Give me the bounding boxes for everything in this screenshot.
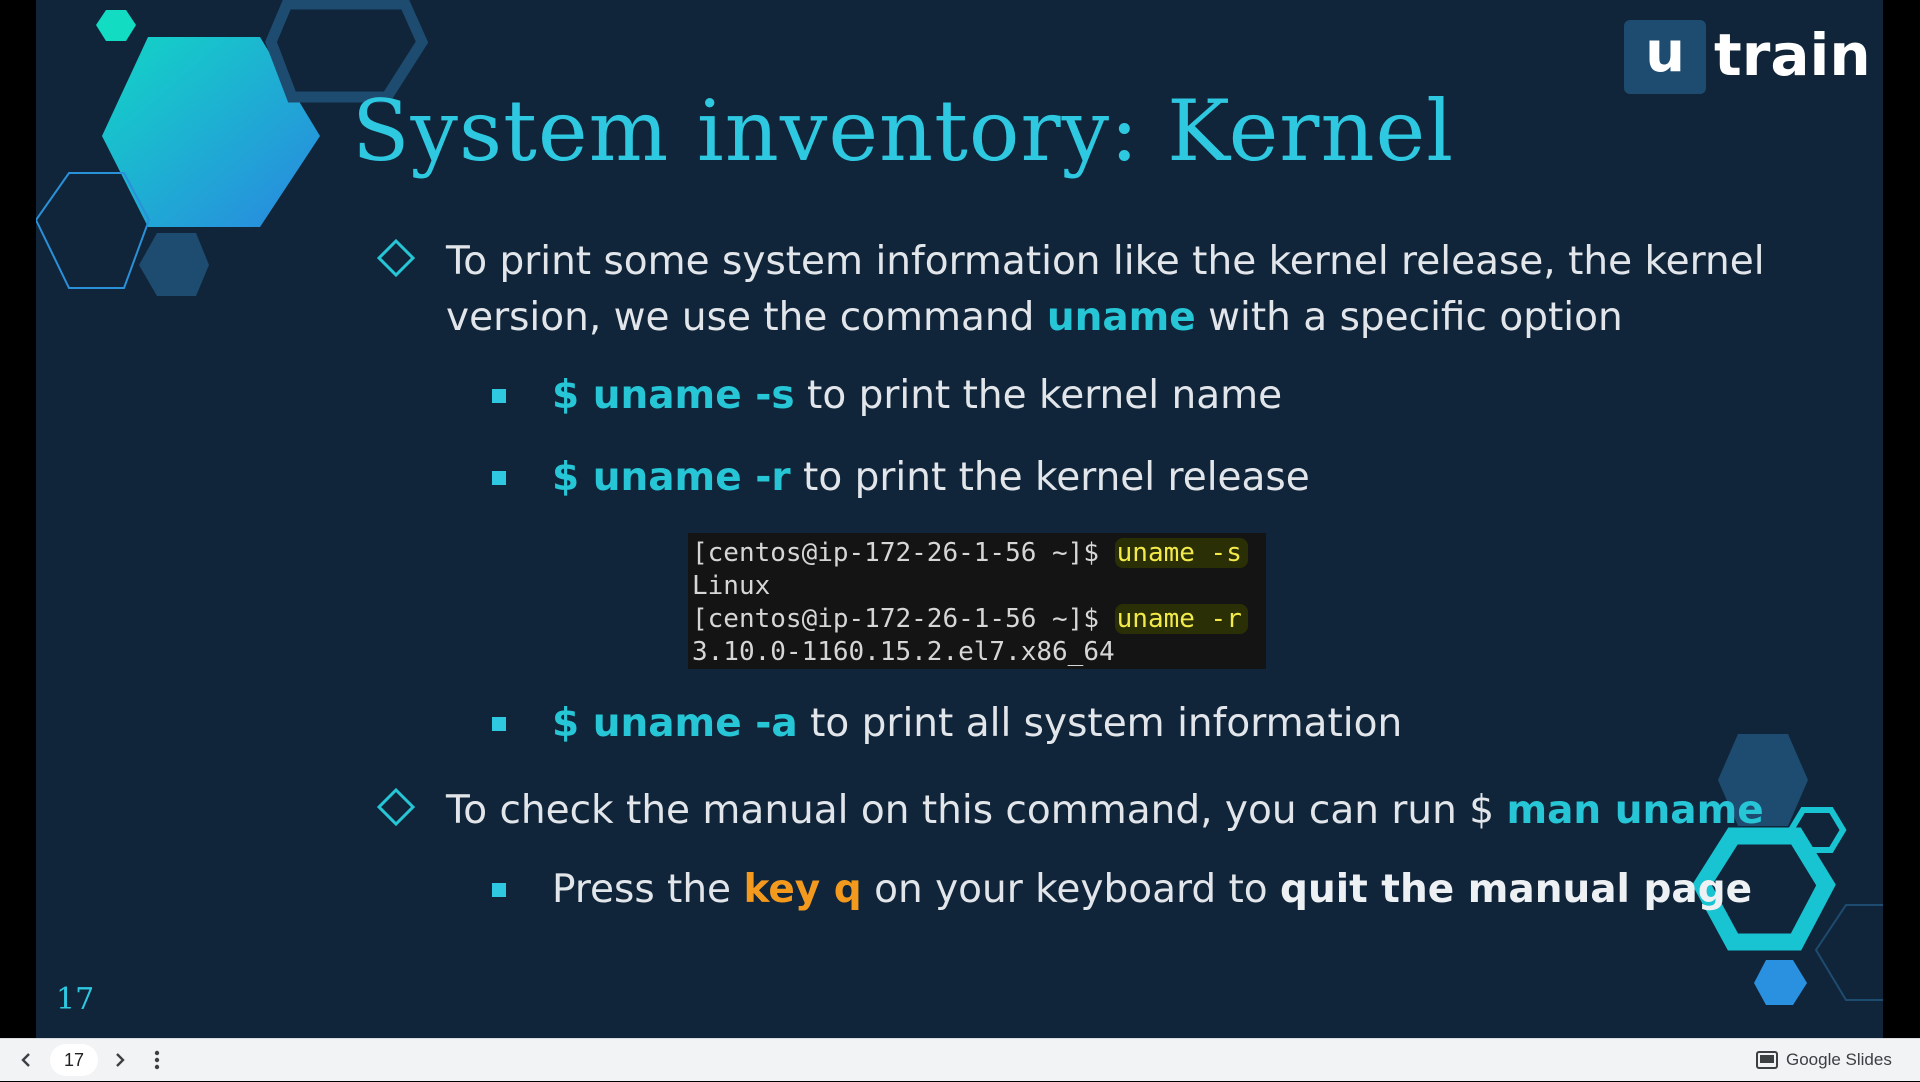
square-bullet-icon [492, 471, 506, 485]
current-page-field[interactable]: 17 [50, 1044, 98, 1076]
next-slide-button[interactable] [106, 1046, 134, 1074]
bullet-line-2: version, we use the command uname with a… [446, 295, 1623, 340]
square-bullet-icon [492, 389, 506, 403]
previous-slide-button[interactable] [12, 1046, 40, 1074]
highlighted-command: uname -r [1114, 604, 1248, 634]
slide-canvas: System inventory: Kernel u train To prin… [36, 0, 1883, 1038]
description-text: to print the kernel release [790, 455, 1310, 500]
highlighted-command: uname -s [1114, 538, 1248, 568]
square-bullet-icon [492, 717, 506, 731]
terminal-line-1: [centos@ip-172-26-1-56 ~]$ uname -s [692, 537, 1266, 570]
presentation-toolbar: 17 Google Slides [0, 1038, 1920, 1081]
more-options-button[interactable] [143, 1046, 171, 1074]
square-bullet-icon [492, 883, 506, 897]
description-text: to print the kernel name [794, 373, 1283, 418]
logo-box-letter: u [1624, 20, 1706, 94]
google-slides-link[interactable]: Google Slides [1756, 1049, 1906, 1071]
command-text: $ uname -r [552, 455, 791, 500]
slide-page-number: 17 [56, 982, 95, 1017]
chevron-left-icon [21, 1053, 30, 1067]
chevron-right-icon [116, 1053, 125, 1067]
logo-word: train [1714, 21, 1871, 89]
quit-manual-text: quit the manual page [1280, 867, 1753, 912]
terminal-screenshot: [centos@ip-172-26-1-56 ~]$ uname -s Linu… [688, 533, 1266, 669]
diamond-bullet-icon [376, 787, 416, 827]
terminal-output-1: Linux [692, 571, 771, 601]
description-text: to print all system information [797, 701, 1403, 746]
bullet-text: To check the manual on this command, you… [446, 788, 1507, 833]
command-text: $ uname -a [552, 701, 798, 746]
terminal-line-2: [centos@ip-172-26-1-56 ~]$ uname -r [692, 603, 1266, 636]
more-vert-icon [154, 1050, 160, 1070]
command-text: $ uname -s [552, 373, 795, 418]
slide-title: System inventory: Kernel [352, 82, 1455, 180]
terminal-output-2: 3.10.0-1160.15.2.el7.x86_64 [692, 637, 1115, 667]
bullet-line-1: To print some system information like th… [446, 239, 1765, 284]
diamond-bullet-icon [376, 238, 416, 278]
key-q-text: key q [743, 867, 862, 912]
google-slides-icon [1756, 1051, 1778, 1069]
google-slides-label: Google Slides [1786, 1050, 1892, 1069]
uname-command: uname [1046, 295, 1196, 340]
man-command: man uname [1506, 788, 1764, 833]
